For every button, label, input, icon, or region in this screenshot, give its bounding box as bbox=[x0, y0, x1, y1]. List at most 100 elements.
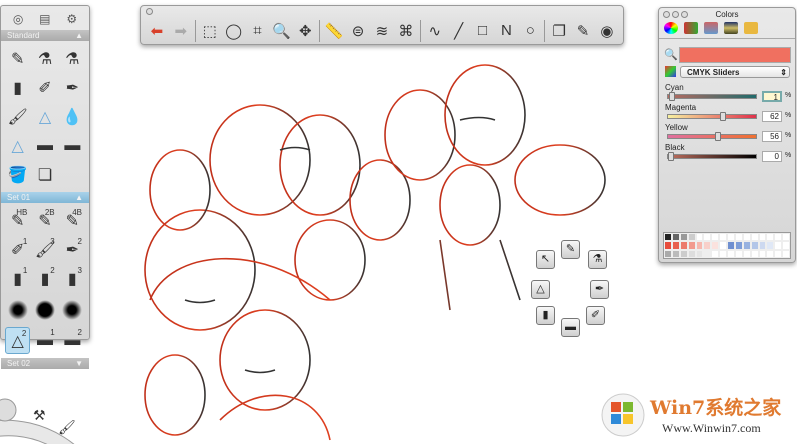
palette-swatch[interactable] bbox=[758, 241, 767, 250]
palette-swatch[interactable] bbox=[679, 249, 688, 258]
brushes-button[interactable]: ✎ bbox=[571, 19, 595, 43]
palette-swatch[interactable] bbox=[671, 249, 680, 258]
palette-swatch[interactable] bbox=[695, 249, 704, 258]
brush-tool[interactable]: ▮ 1 bbox=[5, 265, 30, 292]
palette-swatch[interactable] bbox=[774, 249, 783, 258]
lagoon-icon[interactable]: ◎ bbox=[13, 12, 23, 26]
brush-tool[interactable]: ✎ HB bbox=[5, 207, 30, 234]
brush-tool[interactable]: ▬ 2 bbox=[60, 327, 85, 354]
palette-swatch[interactable] bbox=[703, 249, 712, 258]
brush-soft-1[interactable] bbox=[5, 296, 30, 323]
palette-swatch[interactable] bbox=[742, 233, 751, 242]
palette-swatch[interactable] bbox=[671, 241, 680, 250]
brush-tool[interactable]: 🖌 3 bbox=[32, 236, 57, 263]
palette-swatch[interactable] bbox=[711, 249, 720, 258]
palette-swatch[interactable] bbox=[782, 249, 790, 258]
brush-tool[interactable]: ▬ bbox=[32, 132, 57, 159]
puck-brush-button[interactable]: ▮ bbox=[536, 306, 555, 325]
close-button[interactable] bbox=[663, 11, 670, 18]
palette-swatch[interactable] bbox=[750, 249, 759, 258]
palette-swatch[interactable] bbox=[719, 233, 727, 242]
undo-button[interactable]: ⬅ bbox=[145, 19, 169, 43]
ellipse-guide-button[interactable]: ⊜ bbox=[346, 19, 370, 43]
palette-swatch[interactable] bbox=[774, 241, 783, 250]
color-picker-icon[interactable] bbox=[665, 66, 676, 77]
brush-tool[interactable]: 🖌 bbox=[5, 103, 30, 130]
color-mode-select[interactable]: CMYK Sliders ⇕ bbox=[680, 66, 790, 78]
palette-swatch[interactable] bbox=[719, 241, 727, 250]
palette-swatch[interactable] bbox=[727, 233, 735, 242]
palette-swatch[interactable] bbox=[774, 233, 783, 242]
palette-swatch[interactable] bbox=[766, 241, 775, 250]
crop-button[interactable]: ⌗ bbox=[246, 19, 270, 43]
brush-tool[interactable]: ✎ 2B bbox=[32, 207, 57, 234]
palette-swatch[interactable] bbox=[766, 233, 775, 242]
puck-brush-button[interactable]: ⚗ bbox=[588, 250, 607, 269]
palette-swatch[interactable] bbox=[750, 241, 759, 250]
brush-tool[interactable]: ✒ bbox=[60, 74, 85, 101]
palette-swatch[interactable] bbox=[782, 233, 790, 242]
brush-tool[interactable]: ⚗ bbox=[32, 45, 57, 72]
palette-swatch[interactable] bbox=[679, 233, 688, 242]
color-palette[interactable] bbox=[663, 232, 791, 259]
brush-tool[interactable]: ✎ 4B bbox=[60, 207, 85, 234]
puck-brush-button[interactable]: ✐ bbox=[586, 306, 605, 325]
palette-swatch[interactable] bbox=[758, 249, 767, 258]
palette-swatch[interactable] bbox=[671, 233, 680, 242]
brush-editor-icon[interactable]: ▤ bbox=[39, 12, 50, 26]
magenta-slider[interactable] bbox=[667, 112, 757, 121]
line-button[interactable]: ╱ bbox=[447, 19, 471, 43]
brush-tool[interactable]: △ bbox=[5, 132, 30, 159]
palette-swatch[interactable] bbox=[664, 233, 672, 242]
current-color-swatch[interactable] bbox=[679, 47, 791, 63]
slider-knob[interactable] bbox=[668, 92, 675, 101]
brush-tool[interactable]: ✎ bbox=[5, 45, 30, 72]
redo-button[interactable]: ➡ bbox=[169, 19, 193, 43]
brush-tool[interactable]: △ bbox=[32, 103, 57, 130]
palette-swatch[interactable] bbox=[687, 241, 696, 250]
puck-brush-button[interactable]: ✎ bbox=[561, 240, 580, 259]
palette-swatch[interactable] bbox=[750, 233, 759, 242]
palette-swatch[interactable] bbox=[703, 241, 712, 250]
rect-select-button[interactable]: ⬚ bbox=[198, 19, 222, 43]
brush-tool[interactable]: ⚗ bbox=[60, 45, 85, 72]
freehand-button[interactable]: ∿ bbox=[423, 19, 447, 43]
brush-soft-3[interactable] bbox=[60, 296, 85, 323]
minimize-button[interactable] bbox=[672, 11, 679, 18]
move-button[interactable]: ✥ bbox=[293, 19, 317, 43]
symmetry-x-button[interactable]: ≋ bbox=[370, 19, 394, 43]
set-02-header[interactable]: Set 02 ▼ bbox=[1, 358, 89, 369]
settings-icon[interactable]: ⚙ bbox=[66, 12, 77, 26]
palette-swatch[interactable] bbox=[734, 233, 743, 242]
palette-swatch[interactable] bbox=[719, 249, 727, 258]
brush-tool[interactable]: ▬ 1 bbox=[32, 327, 57, 354]
color-sliders-tab-icon[interactable] bbox=[684, 22, 698, 34]
brush-soft-2[interactable] bbox=[32, 296, 57, 323]
layers-button[interactable]: ❐ bbox=[547, 19, 571, 43]
zoom-button[interactable] bbox=[681, 11, 688, 18]
brush-tool[interactable]: ✐ 1 bbox=[5, 236, 30, 263]
crayons-tab-icon[interactable] bbox=[744, 22, 758, 34]
lagoon-menu[interactable]: ⚒🖌 bbox=[0, 380, 120, 444]
palette-swatch[interactable] bbox=[727, 249, 735, 258]
palette-swatch[interactable] bbox=[758, 233, 767, 242]
brush-tool[interactable]: ❏ bbox=[32, 161, 57, 188]
slider-knob[interactable] bbox=[715, 132, 722, 141]
palette-swatch[interactable] bbox=[782, 241, 790, 250]
set-01-header[interactable]: Set 01 ▲ bbox=[1, 192, 89, 203]
magnifier-icon[interactable]: 🔍 bbox=[664, 48, 678, 61]
palette-swatch[interactable] bbox=[742, 249, 751, 258]
puck-brush-button[interactable]: △ bbox=[531, 280, 550, 299]
black-slider[interactable] bbox=[667, 152, 757, 161]
image-palettes-tab-icon[interactable] bbox=[724, 22, 738, 34]
lasso-button[interactable]: ◯ bbox=[222, 19, 246, 43]
puck-brush-button[interactable]: ▬ bbox=[561, 318, 580, 337]
palette-swatch[interactable] bbox=[711, 233, 720, 242]
brush-tool[interactable]: ✒ 2 bbox=[60, 236, 85, 263]
cyan-slider[interactable] bbox=[667, 92, 757, 101]
brush-tool[interactable]: ▮ 3 bbox=[60, 265, 85, 292]
palette-swatch[interactable] bbox=[679, 241, 688, 250]
brush-tool[interactable]: ▬ bbox=[60, 132, 85, 159]
set-standard-header[interactable]: Standard ▲ bbox=[1, 30, 89, 41]
symmetry-y-button[interactable]: ⌘ bbox=[394, 19, 418, 43]
